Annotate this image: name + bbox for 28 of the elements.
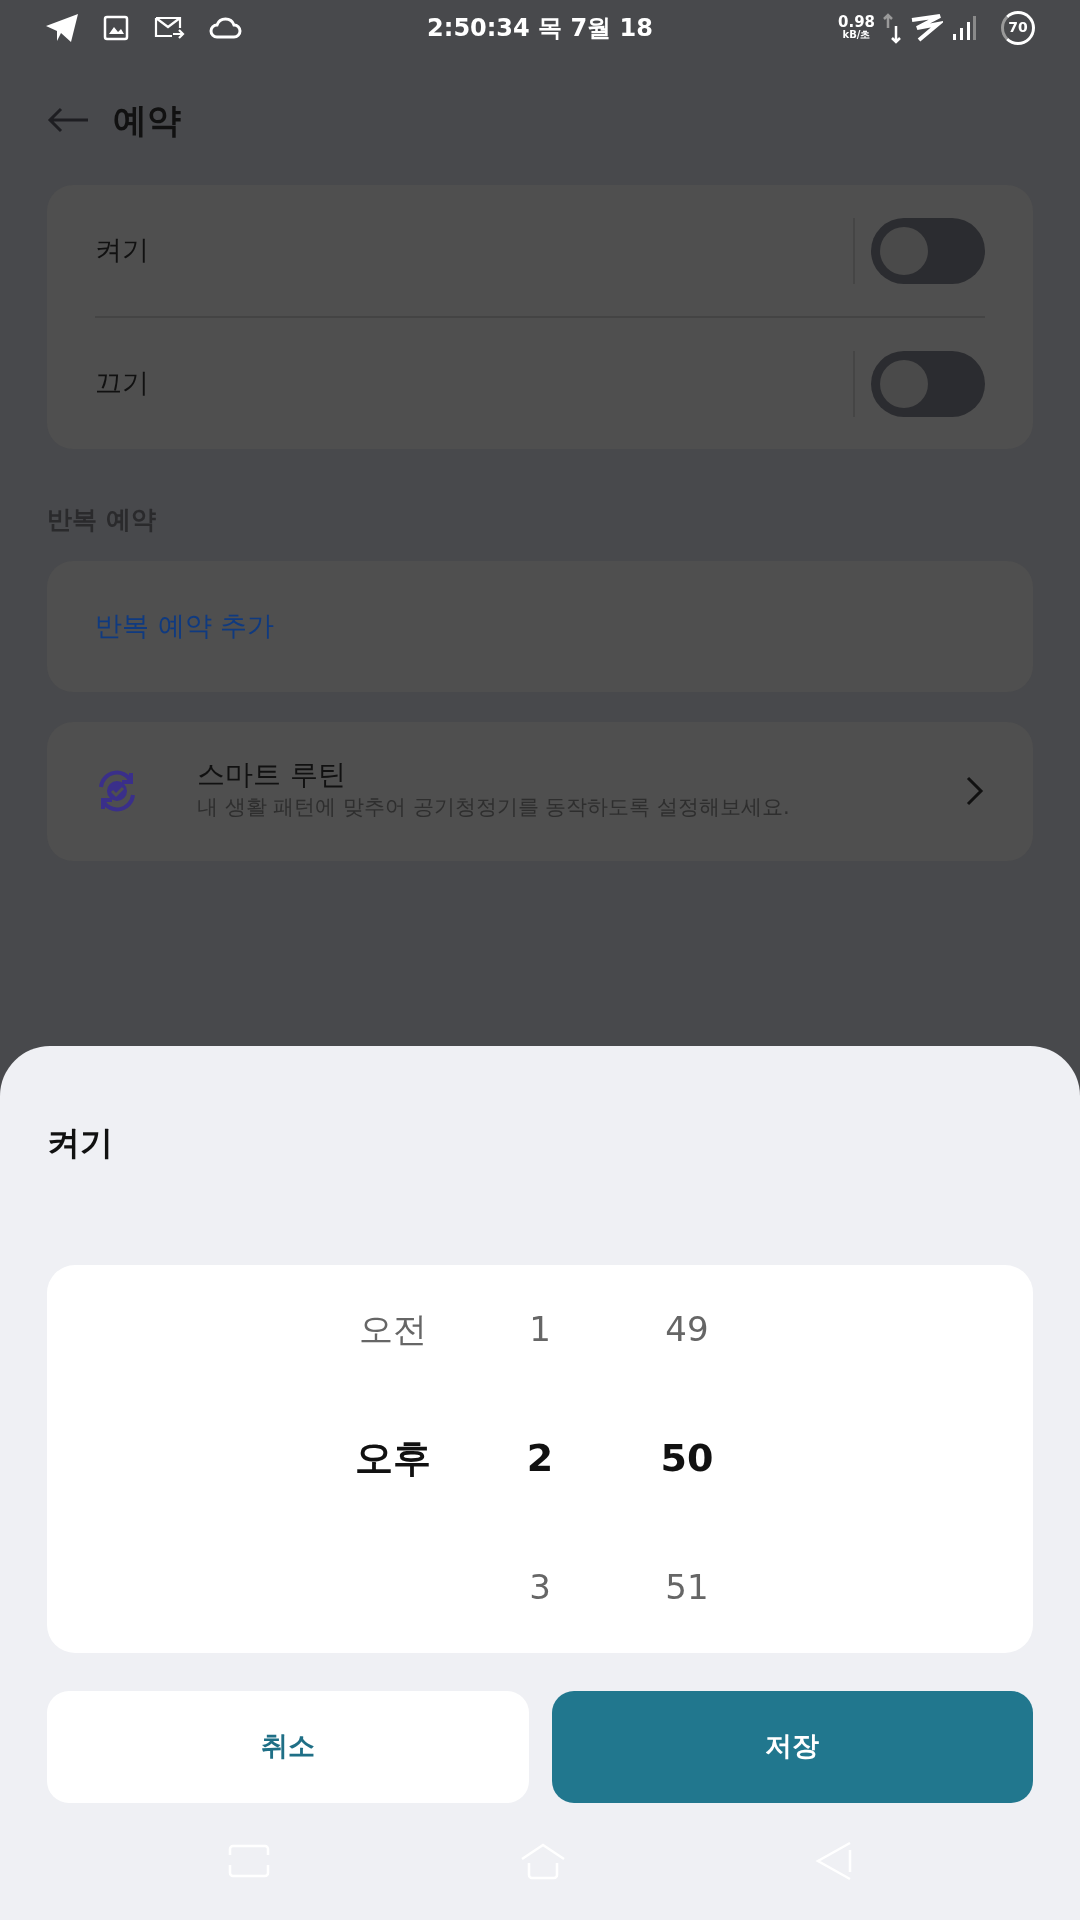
- image-icon: [103, 14, 129, 41]
- time-picker[interactable]: 오전 오후 1 2 3 49 50 51: [47, 1264, 1033, 1653]
- chevron-right-icon: [965, 775, 985, 807]
- cloud-icon: [209, 14, 243, 41]
- picker-value[interactable]: 51: [613, 1523, 761, 1653]
- data-arrows-icon: [883, 11, 901, 44]
- toggle-label: 끄기: [95, 366, 149, 401]
- wifi-icon: [909, 13, 943, 42]
- signal-icon: [951, 13, 977, 42]
- picker-value[interactable]: 50: [613, 1394, 761, 1524]
- picker-value[interactable]: 3: [466, 1523, 614, 1653]
- routine-title: 스마트 루틴: [197, 758, 347, 793]
- picker-value[interactable]: 2: [466, 1394, 614, 1524]
- sheet-title: 켜기: [47, 1122, 114, 1164]
- paper-plane-icon: [45, 12, 79, 43]
- network-speed: 0.98 kB/초: [838, 15, 875, 40]
- cancel-button[interactable]: 취소: [47, 1690, 529, 1803]
- toggle-label: 켜기: [95, 233, 149, 268]
- picker-value[interactable]: 오전: [319, 1264, 467, 1395]
- back-arrow-icon[interactable]: [47, 106, 89, 134]
- picker-value[interactable]: 1: [466, 1264, 614, 1395]
- picker-value[interactable]: 49: [613, 1264, 761, 1395]
- status-time: 2:50:34 목 7월 18: [427, 12, 653, 44]
- battery-level: 70: [1001, 10, 1035, 45]
- mail-icon: [153, 14, 185, 41]
- page-title: 예약: [113, 98, 181, 142]
- save-button[interactable]: 저장: [551, 1690, 1033, 1803]
- picker-value[interactable]: 오후: [319, 1394, 467, 1524]
